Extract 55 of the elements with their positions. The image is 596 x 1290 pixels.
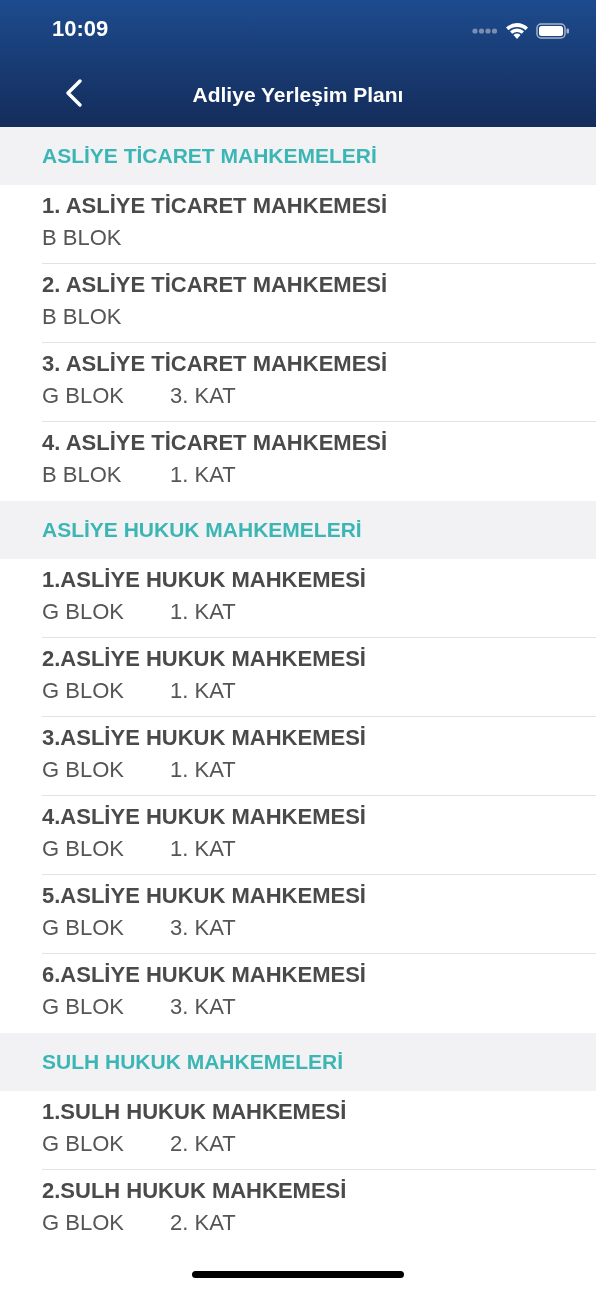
floor-label: 1. KAT [170, 678, 236, 704]
court-list-item[interactable]: 3. ASLİYE TİCARET MAHKEMESİ G BLOK 3. KAT [42, 343, 596, 422]
court-list-item[interactable]: 5.ASLİYE HUKUK MAHKEMESİ G BLOK 3. KAT [42, 875, 596, 954]
floor-label: 1. KAT [170, 836, 236, 862]
court-name: 3. ASLİYE TİCARET MAHKEMESİ [42, 351, 389, 377]
block-label: G BLOK [42, 1210, 125, 1236]
court-list-item[interactable]: 1. ASLİYE TİCARET MAHKEMESİ B BLOK [42, 185, 596, 264]
court-name: 2.SULH HUKUK MAHKEMESİ [42, 1178, 348, 1204]
floor-label: 3. KAT [170, 994, 236, 1020]
court-list-item[interactable]: 2.SULH HUKUK MAHKEMESİ G BLOK 2. KAT [42, 1170, 596, 1249]
battery-icon [536, 23, 570, 39]
court-list-item[interactable]: 2. ASLİYE TİCARET MAHKEMESİ B BLOK [42, 264, 596, 343]
court-list-item[interactable]: 4. ASLİYE TİCARET MAHKEMESİ B BLOK 1. KAT [42, 422, 596, 501]
court-list-item[interactable]: 3.ASLİYE HUKUK MAHKEMESİ G BLOK 1. KAT [42, 717, 596, 796]
court-name: 2.ASLİYE HUKUK MAHKEMESİ [42, 646, 367, 672]
court-list-item[interactable]: 1.ASLİYE HUKUK MAHKEMESİ G BLOK 1. KAT [42, 559, 596, 638]
court-name: 3.ASLİYE HUKUK MAHKEMESİ [42, 725, 367, 751]
floor-label: 2. KAT [170, 1131, 236, 1157]
floor-label: 1. KAT [170, 599, 236, 625]
court-name: 4. ASLİYE TİCARET MAHKEMESİ [42, 430, 389, 456]
section-title: ASLİYE HUKUK MAHKEMELERİ [42, 518, 362, 542]
court-list-item[interactable]: 2.ASLİYE HUKUK MAHKEMESİ G BLOK 1. KAT [42, 638, 596, 717]
block-label: B BLOK [42, 304, 123, 330]
section-title: SULH HUKUK MAHKEMELERİ [42, 1050, 343, 1074]
block-label: G BLOK [42, 1131, 125, 1157]
block-label: G BLOK [42, 678, 125, 704]
nav-title: Adliye Yerleşim Planı [192, 82, 404, 107]
court-name: 1.ASLİYE HUKUK MAHKEMESİ [42, 567, 367, 593]
block-label: G BLOK [42, 757, 125, 783]
section-title: ASLİYE TİCARET MAHKEMELERİ [42, 144, 377, 168]
court-name: 5.ASLİYE HUKUK MAHKEMESİ [42, 883, 367, 909]
block-label: G BLOK [42, 599, 125, 625]
block-label: G BLOK [42, 915, 125, 941]
block-label: B BLOK [42, 462, 123, 488]
floor-label: 2. KAT [170, 1210, 236, 1236]
court-list-item[interactable]: 4.ASLİYE HUKUK MAHKEMESİ G BLOK 1. KAT [42, 796, 596, 875]
floor-label: 3. KAT [170, 383, 236, 409]
wifi-icon [506, 22, 528, 40]
court-name: 4.ASLİYE HUKUK MAHKEMESİ [42, 804, 367, 830]
court-name: 1. ASLİYE TİCARET MAHKEMESİ [42, 193, 389, 219]
court-list-item[interactable]: 6.ASLİYE HUKUK MAHKEMESİ G BLOK 3. KAT [42, 954, 596, 1033]
court-list-item[interactable]: 1.SULH HUKUK MAHKEMESİ G BLOK 2. KAT [42, 1091, 596, 1170]
court-name: 2. ASLİYE TİCARET MAHKEMESİ [42, 272, 389, 298]
signal-icon [472, 27, 498, 35]
floor-label: 3. KAT [170, 915, 236, 941]
court-name: 1.SULH HUKUK MAHKEMESİ [42, 1099, 348, 1125]
block-label: G BLOK [42, 836, 125, 862]
block-label: G BLOK [42, 994, 125, 1020]
block-label: G BLOK [42, 383, 125, 409]
floor-label: 1. KAT [170, 757, 236, 783]
court-name: 6.ASLİYE HUKUK MAHKEMESİ [42, 962, 367, 988]
back-chevron-icon [64, 78, 84, 108]
floor-label: 1. KAT [170, 462, 236, 488]
block-label: B BLOK [42, 225, 123, 251]
status-time: 10:09 [52, 16, 109, 43]
